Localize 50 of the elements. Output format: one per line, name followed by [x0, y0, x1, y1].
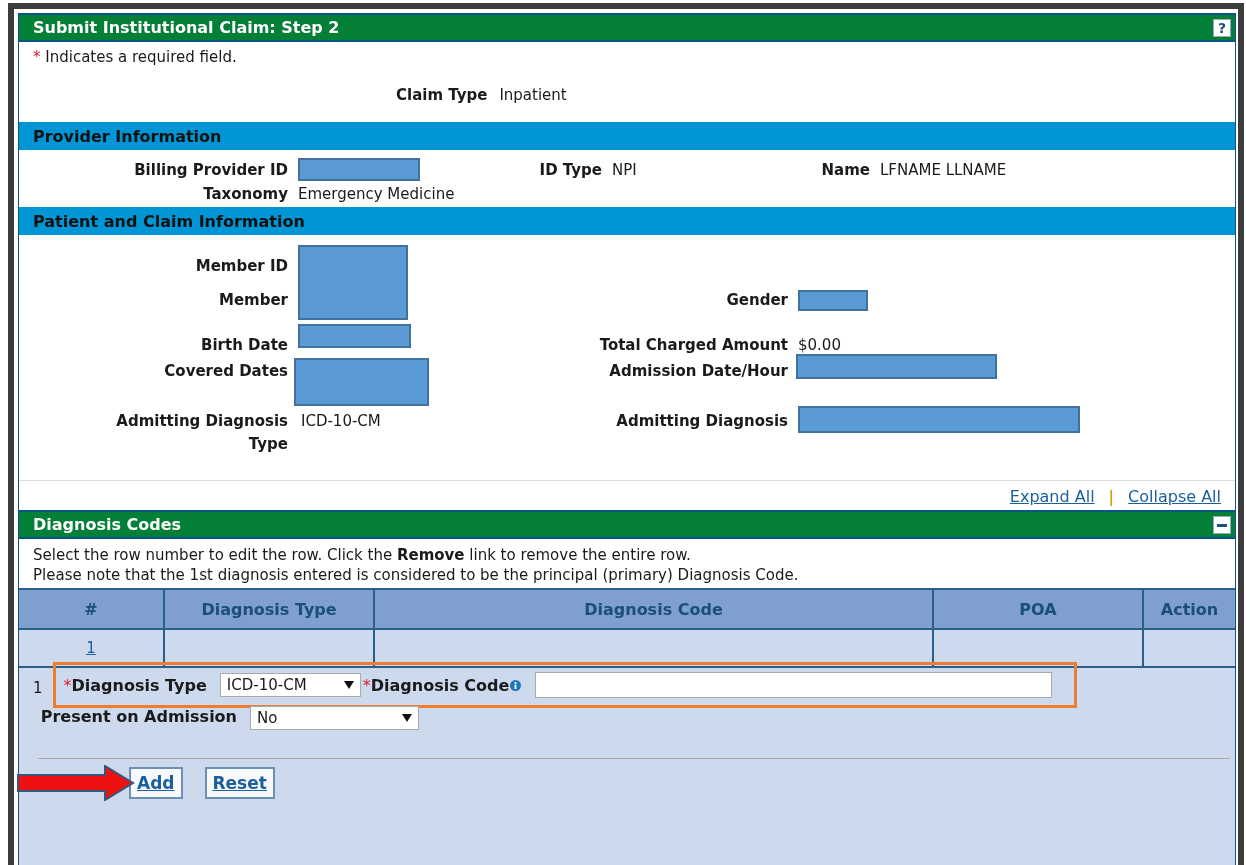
field-label: Member ID: [194, 257, 288, 277]
required-note: * Indicates a required field.: [33, 48, 237, 66]
field-value: NPI: [612, 160, 638, 179]
collapse-icon[interactable]: [1213, 515, 1231, 534]
column-header: #: [19, 589, 164, 629]
caret-icon: [402, 714, 412, 722]
text-link[interactable]: Collapse All: [1128, 487, 1221, 506]
action-button[interactable]: Reset: [204, 767, 275, 799]
dropdown[interactable]: No: [250, 706, 419, 730]
field-label: Present on Admission: [39, 706, 237, 728]
section-title: Patient and Claim Information: [33, 211, 305, 231]
action-button[interactable]: Add: [129, 767, 183, 799]
field-label: Admitting Diagnosis Type: [115, 411, 288, 455]
field-label: Admission Date/Hour: [608, 362, 788, 382]
field-label: Claim Type: [396, 86, 488, 104]
field-label: Billing Provider ID: [133, 160, 288, 179]
instruction-text: Please note that the 1st diagnosis entered is considered to be the principal (primary) Diagnosis Code.: [33, 565, 800, 585]
row-number: 1: [33, 679, 43, 697]
field-label: Total Charged Amount: [598, 336, 788, 354]
field-label: Member: [217, 290, 288, 311]
help-icon[interactable]: ?: [1213, 18, 1231, 37]
caret-icon: [343, 681, 354, 689]
column-header: Action: [1143, 589, 1235, 629]
field-label: Birth Date: [200, 336, 288, 354]
column-header: Diagnosis Code: [374, 589, 933, 629]
column-header: Diagnosis Type: [164, 589, 374, 629]
field-value: Emergency Medicine: [298, 185, 456, 203]
field-label: *Diagnosis Code: [362, 675, 510, 695]
dropdown[interactable]: ICD-10-CM: [219, 673, 361, 697]
field-label: Name: [820, 160, 870, 179]
text-link[interactable]: Expand All: [1009, 487, 1095, 506]
link-separator: |: [1108, 487, 1115, 506]
section-title: Provider Information: [33, 126, 222, 146]
field-label: Admitting Diagnosis: [615, 411, 788, 432]
input-field[interactable]: [535, 672, 1053, 698]
info-icon[interactable]: [510, 679, 522, 691]
column-header: POA: [933, 589, 1143, 629]
field-label: *Diagnosis Type: [63, 675, 207, 695]
row-number-link[interactable]: 1: [86, 639, 96, 657]
field-label: ID Type: [538, 160, 602, 179]
field-value: $0.00: [798, 336, 842, 354]
field-value: LFNAME LLNAME: [880, 160, 1008, 179]
field-label: Taxonomy: [202, 185, 288, 203]
instruction-text: Select the row number to edit the row. Click the Remove link to remove the entire row.: [33, 545, 692, 565]
field-value: ICD-10-CM: [301, 411, 382, 432]
section-title: Diagnosis Codes: [33, 515, 182, 534]
field-label: Gender: [725, 290, 788, 311]
field-value: Inpatient: [499, 86, 567, 104]
section-title: Submit Institutional Claim: Step 2: [33, 18, 340, 37]
field-label: Covered Dates: [163, 362, 288, 382]
